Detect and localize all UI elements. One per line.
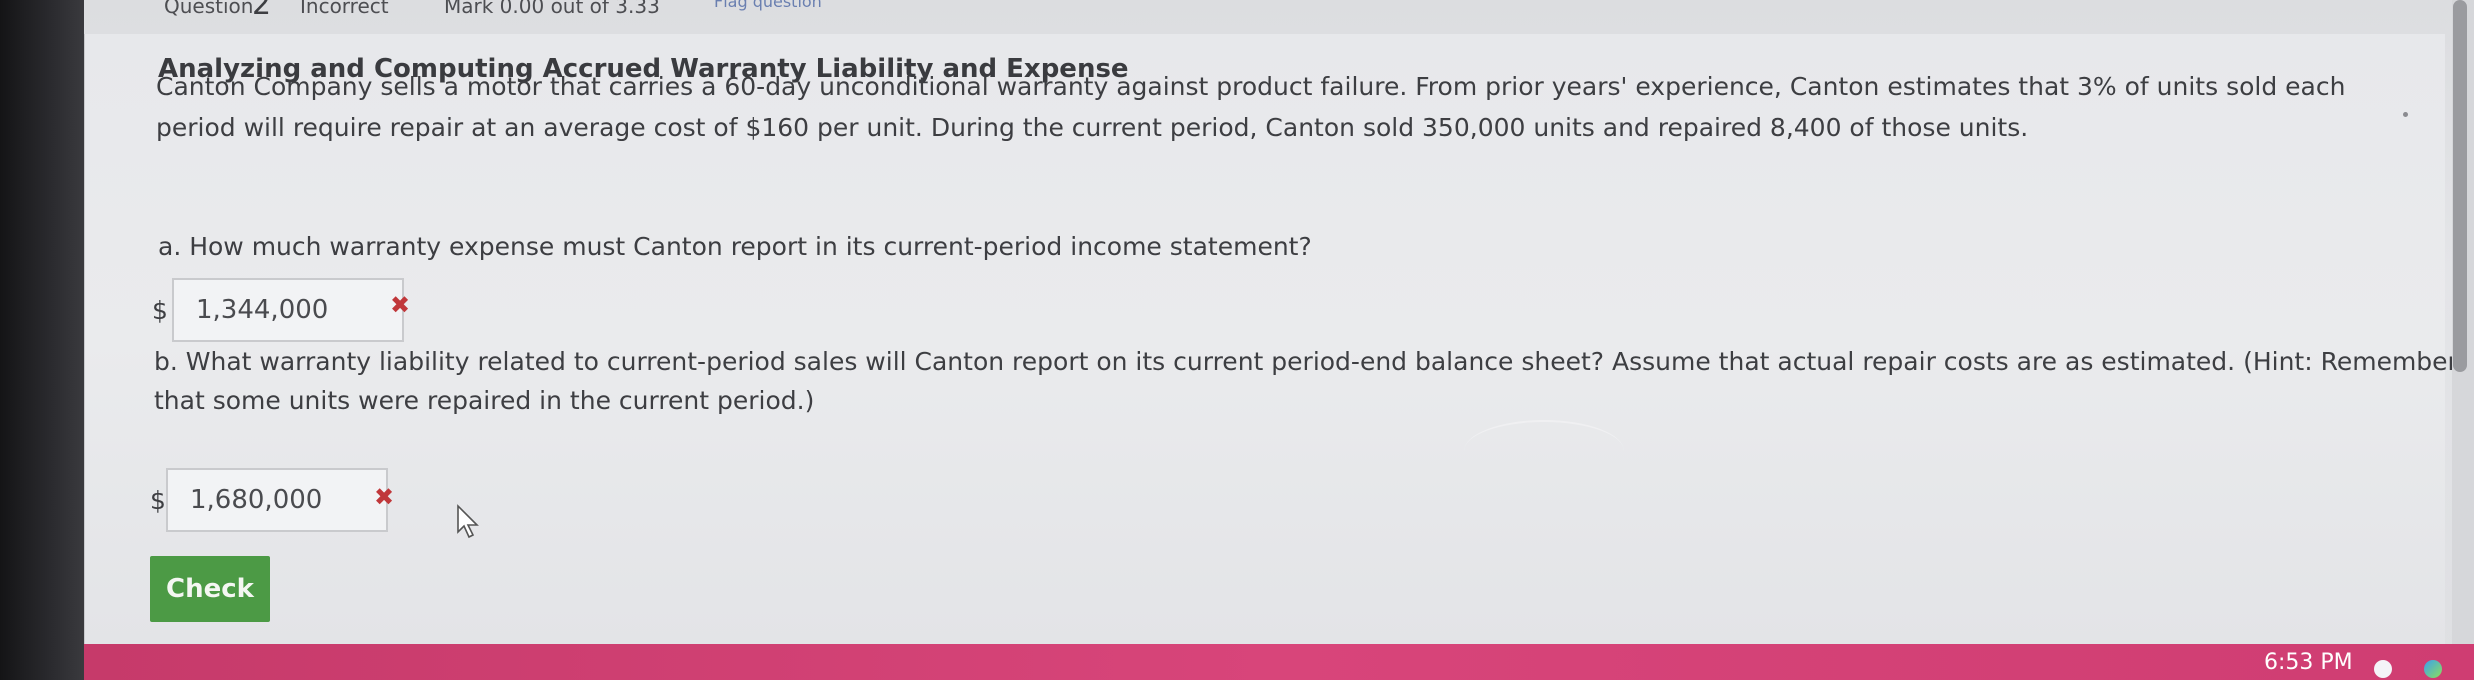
problem-description-text: Canton Company sells a motor that carrie…	[156, 72, 2346, 142]
part-b-question: b. What warranty liability related to cu…	[154, 347, 2458, 415]
problem-description: Canton Company sells a motor that carrie…	[156, 66, 2416, 148]
part-b-incorrect-icon: ✖	[374, 483, 395, 511]
question-info-bar: Question 2 Incorrect Mark 0.00 out of 3.…	[84, 0, 2474, 30]
part-b-currency: $	[150, 486, 166, 515]
question-status: Incorrect	[300, 0, 389, 18]
scroll-indicator-dot	[2403, 112, 2408, 117]
page-scrollbar-thumb[interactable]	[2453, 0, 2467, 372]
part-a-answer-input[interactable]: 1,344,000	[172, 278, 404, 342]
os-taskbar	[84, 644, 2474, 680]
question-mark: Mark 0.00 out of 3.33	[444, 0, 660, 18]
browser-viewport: Question 2 Incorrect Mark 0.00 out of 3.…	[84, 0, 2474, 680]
flag-question-link[interactable]: Flag question	[714, 0, 822, 11]
tray-status-icon[interactable]	[2374, 660, 2392, 678]
part-a-incorrect-icon: ✖	[390, 291, 411, 319]
monitor-bezel	[0, 0, 84, 680]
question-number: 2	[252, 0, 272, 22]
check-button[interactable]: Check	[150, 556, 270, 622]
tray-app-icon[interactable]	[2424, 660, 2442, 678]
screen-glare	[1464, 420, 1624, 482]
question-label: Question	[164, 0, 254, 18]
mouse-pointer-icon	[457, 504, 479, 539]
part-a-question: a. How much warranty expense must Canton…	[158, 232, 1312, 261]
taskbar-clock[interactable]: 6:53 PM	[2264, 650, 2353, 675]
part-a-currency: $	[152, 296, 168, 325]
part-b-answer-input[interactable]: 1,680,000	[166, 468, 388, 532]
